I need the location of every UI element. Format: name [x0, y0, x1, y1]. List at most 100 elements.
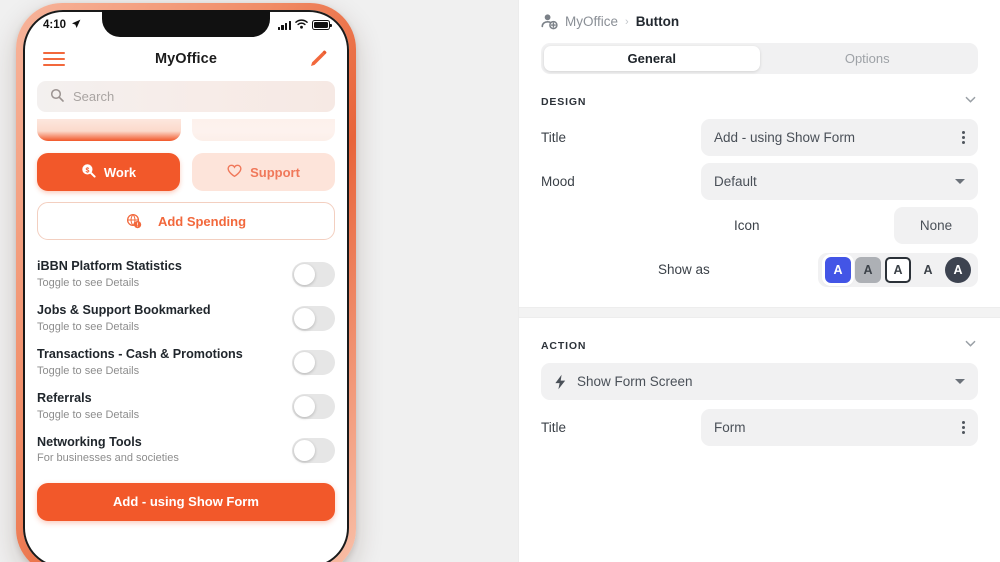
show-as-segmented-control: A A A A A — [818, 252, 978, 287]
section-divider — [519, 307, 1000, 318]
lightning-bolt-icon — [554, 374, 567, 390]
design-title-label: Title — [541, 130, 567, 145]
list-item[interactable]: iBBN Platform Statistics Toggle to see D… — [37, 253, 335, 297]
design-mood-row: Mood Default — [541, 163, 978, 200]
toggle-switch[interactable] — [292, 437, 335, 463]
phone-nav-bar: MyOffice — [23, 40, 349, 78]
list-item[interactable]: Transactions - Cash & Promotions Toggle … — [37, 341, 335, 385]
action-section: ACTION Show Form Screen Title Form — [519, 318, 1000, 453]
search-section: Search — [23, 78, 349, 112]
list-item-subtitle: For businesses and societies — [37, 452, 179, 465]
location-arrow-icon — [71, 19, 81, 32]
feature-toggle-list: iBBN Platform Statistics Toggle to see D… — [23, 240, 349, 473]
caret-down-icon[interactable] — [955, 179, 965, 184]
design-icon-label: Icon — [734, 218, 760, 233]
show-as-option-filled-blue[interactable]: A — [825, 256, 851, 283]
work-button-label: Work — [103, 164, 137, 180]
battery-icon — [312, 20, 333, 30]
toggle-switch[interactable] — [292, 305, 335, 331]
design-showas-label: Show as — [658, 262, 710, 277]
chevron-down-icon[interactable] — [963, 92, 978, 112]
action-title-row: Title Form — [541, 409, 978, 446]
phone-screen: 4:10 MyOffice Search $ Work Support ! Ad… — [23, 10, 349, 562]
work-button[interactable]: $ Work — [37, 153, 180, 191]
status-bar-right — [277, 18, 333, 32]
action-section-header[interactable]: ACTION — [541, 329, 978, 363]
action-title-label: Title — [541, 420, 567, 435]
status-time: 4:10 — [43, 19, 67, 31]
status-bar: 4:10 — [23, 10, 349, 40]
list-item-text: iBBN Platform Statistics Toggle to see D… — [37, 259, 182, 290]
app-root: 4:10 MyOffice Search $ Work Support ! Ad… — [0, 0, 1000, 562]
pencil-edit-icon[interactable] — [307, 48, 329, 70]
caret-down-icon[interactable] — [955, 379, 965, 384]
add-spending-button[interactable]: ! Add Spending — [37, 202, 335, 240]
list-item-title: Referrals — [37, 390, 92, 405]
add-using-show-form-button[interactable]: Add - using Show Form — [37, 482, 335, 521]
dollar-search-icon: $ — [81, 163, 96, 181]
list-item-subtitle: Toggle to see Details — [37, 364, 140, 377]
action-trigger-select[interactable]: Show Form Screen — [541, 363, 978, 400]
search-input[interactable]: Search — [37, 81, 335, 112]
list-item[interactable]: Jobs & Support Bookmarked Toggle to see … — [37, 297, 335, 341]
add-spending-section: ! Add Spending — [23, 191, 349, 240]
list-item-title: Jobs & Support Bookmarked — [37, 302, 211, 317]
design-icon-row: Icon None — [541, 207, 978, 244]
toggle-switch[interactable] — [292, 393, 335, 419]
design-title-input[interactable]: Add - using Show Form — [701, 119, 978, 156]
toggle-switch[interactable] — [292, 261, 335, 287]
show-as-option-circle-dark[interactable]: A — [945, 256, 971, 283]
inspector-panel: MyOffice › Button General Options DESIGN… — [518, 0, 1000, 562]
toggle-switch[interactable] — [292, 349, 335, 375]
phone-preview-canvas: 4:10 MyOffice Search $ Work Support ! Ad… — [0, 0, 518, 562]
phone-app-title: MyOffice — [154, 51, 218, 67]
quick-action-row: $ Work Support — [23, 141, 349, 191]
breadcrumb: MyOffice › Button — [519, 0, 1000, 30]
support-button-label: Support — [250, 164, 300, 180]
search-icon — [50, 88, 64, 105]
list-item[interactable]: Networking Tools For businesses and soci… — [37, 429, 335, 473]
tab-general[interactable]: General — [544, 46, 760, 71]
hamburger-menu-icon[interactable] — [43, 51, 65, 67]
list-item-text: Networking Tools For businesses and soci… — [37, 435, 179, 466]
phone-device-frame: 4:10 MyOffice Search $ Work Support ! Ad… — [16, 3, 356, 562]
add-user-icon — [541, 13, 558, 30]
svg-text:$: $ — [85, 167, 89, 174]
show-as-option-plain[interactable]: A — [915, 257, 941, 283]
scrolled-partial-row — [23, 112, 349, 141]
list-item[interactable]: Referrals Toggle to see Details — [37, 385, 335, 429]
support-button[interactable]: Support — [192, 153, 335, 191]
action-title-input[interactable]: Form — [701, 409, 978, 446]
action-title-value: Form — [714, 420, 746, 435]
kebab-menu-icon[interactable] — [954, 130, 965, 145]
list-item-subtitle: Toggle to see Details — [37, 320, 140, 333]
cta-section: Add - using Show Form — [23, 473, 349, 521]
design-mood-select[interactable]: Default — [701, 163, 978, 200]
list-item-text: Referrals Toggle to see Details — [37, 391, 139, 422]
list-item-text: Jobs & Support Bookmarked Toggle to see … — [37, 303, 211, 334]
kebab-menu-icon[interactable] — [954, 420, 965, 435]
design-title-row: Title Add - using Show Form — [541, 119, 978, 156]
design-mood-value: Default — [714, 174, 757, 189]
chevron-down-icon[interactable] — [963, 336, 978, 356]
design-mood-label: Mood — [541, 174, 575, 189]
design-section-header[interactable]: DESIGN — [541, 85, 978, 119]
action-trigger-value: Show Form Screen — [577, 374, 693, 389]
search-placeholder: Search — [73, 89, 115, 104]
partial-card-right — [191, 119, 335, 141]
breadcrumb-current: Button — [635, 14, 680, 29]
status-bar-left: 4:10 — [43, 19, 81, 32]
inspector-tabs: General Options — [541, 43, 978, 74]
spending-globe-icon: ! — [126, 213, 142, 229]
design-icon-picker[interactable]: None — [894, 207, 978, 244]
show-as-option-filled-gray[interactable]: A — [855, 256, 881, 283]
tab-options[interactable]: Options — [760, 46, 976, 71]
svg-text:!: ! — [137, 223, 139, 229]
breadcrumb-root[interactable]: MyOffice — [565, 14, 618, 29]
list-item-title: Networking Tools — [37, 434, 142, 449]
list-item-title: iBBN Platform Statistics — [37, 259, 182, 273]
show-as-option-outlined[interactable]: A — [885, 256, 911, 283]
design-section-title: DESIGN — [541, 96, 587, 108]
list-item-subtitle: Toggle to see Details — [37, 408, 140, 421]
cellular-signal-icon — [277, 20, 291, 30]
